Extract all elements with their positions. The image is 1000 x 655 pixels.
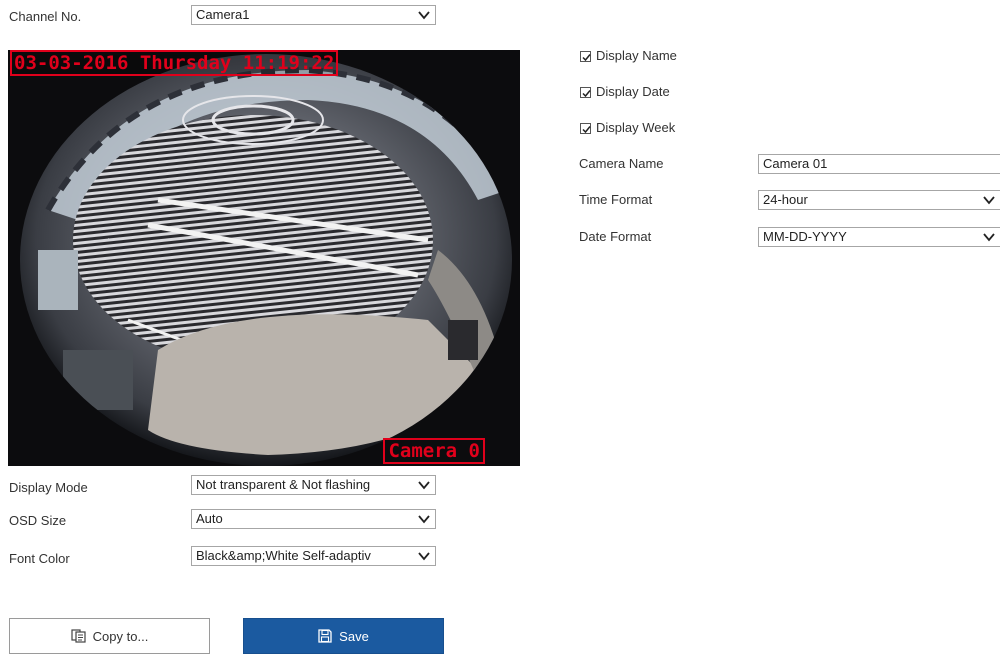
channel-select[interactable]: Camera1 (191, 5, 436, 25)
chevron-down-icon (418, 515, 430, 524)
date-format-value: MM-DD-YYYY (763, 229, 847, 244)
chevron-down-icon (418, 481, 430, 490)
time-format-select[interactable]: 24-hour (758, 190, 1000, 210)
font-color-value: Black&amp;White Self-adaptiv (196, 548, 371, 563)
channel-select-value: Camera1 (196, 7, 250, 22)
display-mode-select[interactable]: Not transparent & Not flashing (191, 475, 436, 495)
date-format-label: Date Format (579, 229, 652, 244)
checkmark-icon (582, 53, 591, 61)
font-color-select[interactable]: Black&amp;White Self-adaptiv (191, 546, 436, 566)
chevron-down-icon (418, 552, 430, 561)
camera-name-input[interactable]: Camera 01 (758, 154, 1000, 174)
time-format-value: 24-hour (763, 192, 808, 207)
checkmark-icon (582, 89, 591, 97)
display-week-checkbox[interactable] (580, 122, 591, 134)
copy-to-label: Copy to... (92, 628, 149, 644)
font-color-label: Font Color (9, 551, 70, 566)
display-week-option[interactable]: Display Week (580, 120, 675, 136)
save-label: Save (339, 628, 369, 644)
time-format-label: Time Format (579, 192, 653, 207)
copy-icon (71, 629, 86, 643)
display-date-label: Display Date (596, 84, 670, 99)
checkmark-icon (582, 125, 591, 133)
date-format-select[interactable]: MM-DD-YYYY (758, 227, 1000, 247)
osd-size-label: OSD Size (9, 513, 67, 528)
save-button[interactable]: Save (243, 618, 444, 654)
display-date-checkbox[interactable] (580, 86, 591, 98)
copy-to-button[interactable]: Copy to... (9, 618, 210, 654)
floppy-disk-icon (318, 629, 332, 643)
live-preview: 03-03-2016 Thursday 11:19:22 Camera 0 (8, 50, 520, 466)
display-name-label: Display Name (596, 48, 677, 63)
chevron-down-icon (983, 233, 995, 242)
display-name-checkbox[interactable] (580, 50, 591, 62)
display-week-label: Display Week (596, 120, 676, 135)
chevron-down-icon (418, 11, 430, 20)
channel-label: Channel No. (9, 9, 82, 24)
chevron-down-icon (983, 196, 995, 205)
fisheye-image (8, 50, 520, 466)
osd-date-overlay[interactable]: 03-03-2016 Thursday 11:19:22 (10, 50, 339, 76)
display-mode-value: Not transparent & Not flashing (196, 477, 371, 492)
camera-name-label: Camera Name (579, 156, 664, 171)
osd-size-select[interactable]: Auto (191, 509, 436, 529)
osd-size-value: Auto (196, 511, 223, 526)
display-date-option[interactable]: Display Date (580, 84, 670, 100)
display-mode-label: Display Mode (9, 480, 88, 495)
display-name-option[interactable]: Display Name (580, 48, 677, 64)
osd-camera-name-overlay[interactable]: Camera 0 (383, 438, 485, 464)
